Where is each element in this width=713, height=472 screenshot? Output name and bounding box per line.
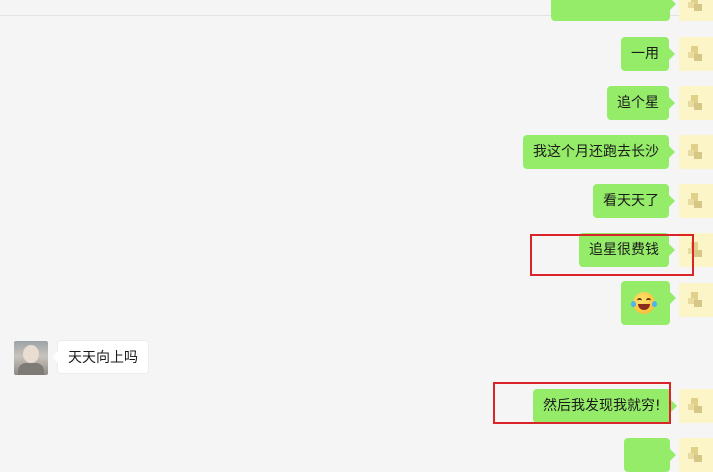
annotation-highlight-box bbox=[530, 234, 694, 276]
my-avatar[interactable] bbox=[679, 37, 713, 71]
contact-avatar[interactable] bbox=[14, 341, 48, 375]
chat-bubble-partial-bottom[interactable] bbox=[624, 438, 676, 472]
message-text: 一用 bbox=[631, 46, 659, 62]
rolling-laughing-emoji-icon bbox=[631, 292, 657, 314]
annotation-highlight-box bbox=[493, 382, 671, 424]
message-text: 看天天了 bbox=[603, 193, 659, 209]
my-avatar[interactable] bbox=[679, 0, 713, 21]
message-text: 追个星 bbox=[617, 95, 659, 111]
my-avatar[interactable] bbox=[679, 86, 713, 120]
message-text: 天天向上吗 bbox=[68, 350, 138, 366]
chat-bubble-zhuigexing[interactable]: 追个星 bbox=[607, 86, 675, 120]
chat-bubble-yiyong[interactable]: 一用 bbox=[621, 37, 675, 71]
my-avatar[interactable] bbox=[679, 389, 713, 423]
chat-bubble-kantiantian[interactable]: 看天天了 bbox=[593, 184, 675, 218]
chat-bubble-partial[interactable] bbox=[551, 0, 676, 21]
my-avatar[interactable] bbox=[679, 283, 713, 317]
chat-bubble-tiantian-xiangshang[interactable]: 天天向上吗 bbox=[52, 340, 149, 374]
message-text: 我这个月还跑去长沙 bbox=[533, 144, 659, 160]
my-avatar[interactable] bbox=[679, 438, 713, 472]
chat-bubble-changsha[interactable]: 我这个月还跑去长沙 bbox=[523, 135, 675, 169]
my-avatar[interactable] bbox=[679, 135, 713, 169]
my-avatar[interactable] bbox=[679, 184, 713, 218]
chat-bubble-emoji[interactable] bbox=[621, 281, 676, 325]
